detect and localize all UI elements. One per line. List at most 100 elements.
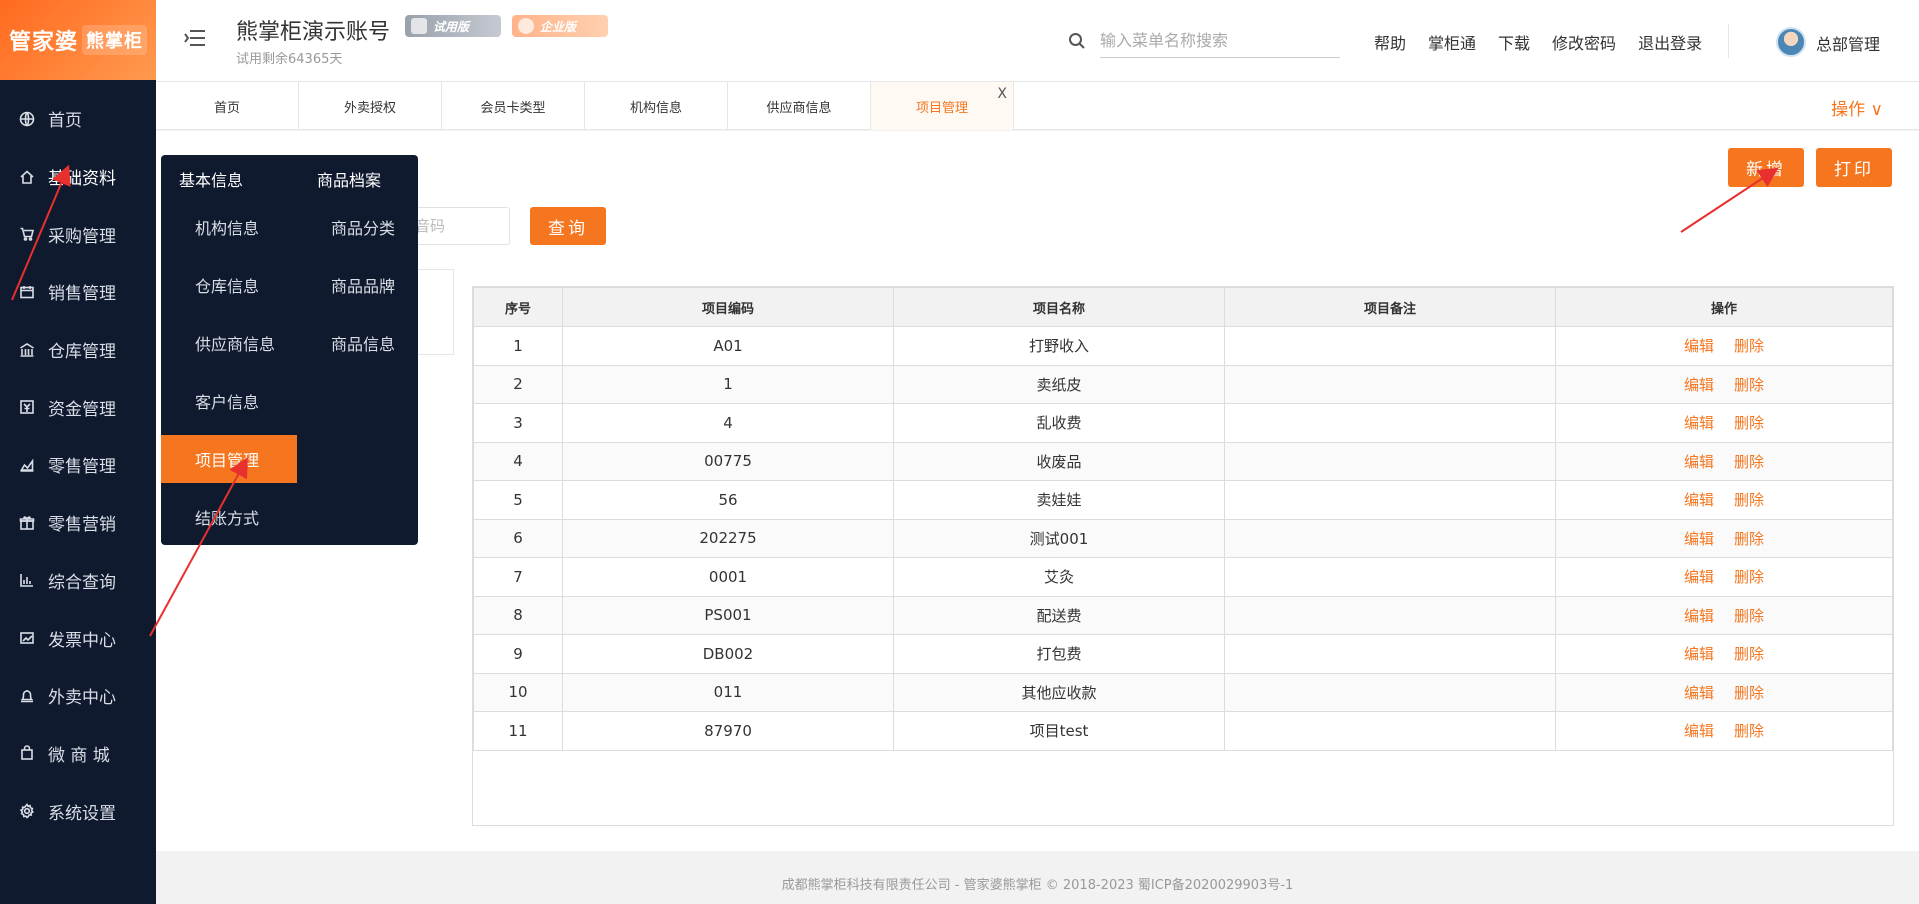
- change-password-link[interactable]: 修改密码: [1552, 30, 1616, 54]
- table-row: 4 00775 收废品 编辑 删除: [473, 441, 1893, 481]
- edit-button[interactable]: 编辑: [1684, 453, 1714, 471]
- help-link[interactable]: 帮助: [1374, 30, 1406, 54]
- delete-button[interactable]: 删除: [1734, 337, 1764, 355]
- edit-button[interactable]: 编辑: [1684, 607, 1714, 625]
- footer: 成都熊掌柜科技有限责任公司 - 管家婆熊掌柜 © 2018-2023 蜀ICP备…: [156, 851, 1919, 904]
- edit-button[interactable]: 编辑: [1684, 684, 1714, 702]
- table-cell: 3: [473, 403, 563, 443]
- row-actions: 编辑 删除: [1555, 634, 1893, 674]
- table-cell: [1224, 403, 1556, 443]
- edit-button[interactable]: 编辑: [1684, 491, 1714, 509]
- table-cell: [1224, 480, 1556, 520]
- table-cell: 打包费: [893, 634, 1225, 674]
- sidebar-item-retail[interactable]: 零售管理: [0, 436, 156, 494]
- user-name[interactable]: 总部管理: [1816, 31, 1880, 55]
- flyout-project-management[interactable]: 项目管理: [161, 435, 297, 483]
- tab-label: 项目管理: [915, 100, 968, 116]
- search-icon[interactable]: [1068, 32, 1086, 50]
- zhangguitong-link[interactable]: 掌柜通: [1428, 30, 1476, 54]
- add-button[interactable]: 新增: [1728, 148, 1804, 187]
- edit-button[interactable]: 编辑: [1684, 530, 1714, 548]
- flyout-checkout-method[interactable]: 结账方式: [161, 493, 297, 541]
- sidebar-item-label: 综合查询: [48, 572, 116, 593]
- delete-button[interactable]: 删除: [1734, 645, 1764, 663]
- delete-button[interactable]: 删除: [1734, 607, 1764, 625]
- tab-member-card-type[interactable]: 会员卡类型: [442, 82, 585, 130]
- delete-button[interactable]: 删除: [1734, 453, 1764, 471]
- flyout-supplier-info[interactable]: 供应商信息: [161, 319, 297, 367]
- tab-home[interactable]: 首页: [156, 82, 299, 130]
- sidebar-item-query[interactable]: 综合查询: [0, 552, 156, 610]
- tab-org-info[interactable]: 机构信息: [585, 82, 728, 130]
- query-button[interactable]: 查询: [530, 207, 606, 245]
- flyout-warehouse-info[interactable]: 仓库信息: [161, 261, 297, 309]
- sidebar-item-settings[interactable]: 系统设置: [0, 782, 156, 840]
- delete-button[interactable]: 删除: [1734, 530, 1764, 548]
- edit-button[interactable]: 编辑: [1684, 722, 1714, 740]
- tab-supplier-info[interactable]: 供应商信息: [728, 82, 871, 130]
- flyout-customer-info[interactable]: 客户信息: [161, 377, 297, 425]
- tab-project-management[interactable]: 项目管理 X: [871, 82, 1014, 130]
- table-cell: DB002: [562, 634, 894, 674]
- delete-button[interactable]: 删除: [1734, 376, 1764, 394]
- sidebar-item-finance[interactable]: 资金管理: [0, 378, 156, 436]
- menu-toggle-icon[interactable]: [184, 28, 206, 48]
- print-button[interactable]: 打印: [1816, 148, 1892, 187]
- download-link[interactable]: 下载: [1498, 30, 1530, 54]
- table-cell: 011: [562, 672, 894, 712]
- delete-button[interactable]: 删除: [1734, 568, 1764, 586]
- flyout-product-category[interactable]: 商品分类: [297, 203, 433, 251]
- menu-search-input[interactable]: [1100, 24, 1340, 58]
- sidebar-item-basic-data[interactable]: 基础资料: [0, 148, 156, 206]
- operations-dropdown[interactable]: 操作 ∨: [1831, 95, 1883, 120]
- sidebar-item-mall[interactable]: 微 商 城: [0, 725, 156, 783]
- avatar[interactable]: [1776, 27, 1806, 57]
- row-actions: 编辑 删除: [1555, 364, 1893, 404]
- logo-sub: 熊掌柜: [82, 25, 147, 55]
- edit-button[interactable]: 编辑: [1684, 337, 1714, 355]
- flyout-product-brand[interactable]: 商品品牌: [297, 261, 433, 309]
- flyout-product-info[interactable]: 商品信息: [297, 319, 433, 367]
- delete-button[interactable]: 删除: [1734, 684, 1764, 702]
- table-cell: 配送费: [893, 595, 1225, 635]
- sidebar-item-home[interactable]: 首页: [0, 90, 156, 148]
- tab-takeout-auth[interactable]: 外卖授权: [299, 82, 442, 130]
- table-row: 2 1 卖纸皮 编辑 删除: [473, 364, 1893, 404]
- bell-icon: [18, 687, 36, 705]
- table-cell: 11: [473, 711, 563, 751]
- enterprise-badge-label: 企业版: [540, 19, 577, 34]
- edit-button[interactable]: 编辑: [1684, 645, 1714, 663]
- delete-button[interactable]: 删除: [1734, 722, 1764, 740]
- sidebar-item-warehouse[interactable]: 仓库管理: [0, 321, 156, 379]
- edit-button[interactable]: 编辑: [1684, 414, 1714, 432]
- trial-remaining: 试用剩余64365天: [236, 52, 343, 67]
- close-icon[interactable]: X: [997, 86, 1007, 102]
- sidebar-item-invoice[interactable]: 发票中心: [0, 609, 156, 667]
- row-actions: 编辑 删除: [1555, 403, 1893, 443]
- edit-button[interactable]: 编辑: [1684, 376, 1714, 394]
- table-cell: 00775: [562, 441, 894, 481]
- delete-button[interactable]: 删除: [1734, 491, 1764, 509]
- table-cell: 卖娃娃: [893, 480, 1225, 520]
- edit-button[interactable]: 编辑: [1684, 568, 1714, 586]
- table-header-row: 序号 项目编码 项目名称 项目备注 操作: [473, 287, 1893, 327]
- table-row: 6 202275 测试001 编辑 删除: [473, 518, 1893, 558]
- flyout-org-info[interactable]: 机构信息: [161, 203, 297, 251]
- sidebar-item-sales[interactable]: 销售管理: [0, 263, 156, 321]
- sidebar-item-label: 发票中心: [48, 630, 116, 651]
- sidebar-item-label: 首页: [48, 111, 82, 132]
- logout-link[interactable]: 退出登录: [1638, 30, 1702, 54]
- star-icon: [518, 18, 534, 34]
- sidebar-item-marketing[interactable]: 零售营销: [0, 494, 156, 552]
- table-cell: 6: [473, 518, 563, 558]
- flyout-product-archive-title: 商品档案: [317, 171, 382, 190]
- table-row: 5 56 卖娃娃 编辑 删除: [473, 480, 1893, 520]
- table-row: 11 87970 项目test 编辑 删除: [473, 711, 1893, 751]
- sidebar-item-purchase[interactable]: 采购管理: [0, 205, 156, 263]
- delete-button[interactable]: 删除: [1734, 414, 1764, 432]
- sidebar-item-label: 基础资料: [48, 169, 116, 190]
- sidebar-item-takeout[interactable]: 外卖中心: [0, 667, 156, 725]
- money-icon: [18, 398, 36, 416]
- table-row: 3 4 乱收费 编辑 删除: [473, 403, 1893, 443]
- row-actions: 编辑 删除: [1555, 480, 1893, 520]
